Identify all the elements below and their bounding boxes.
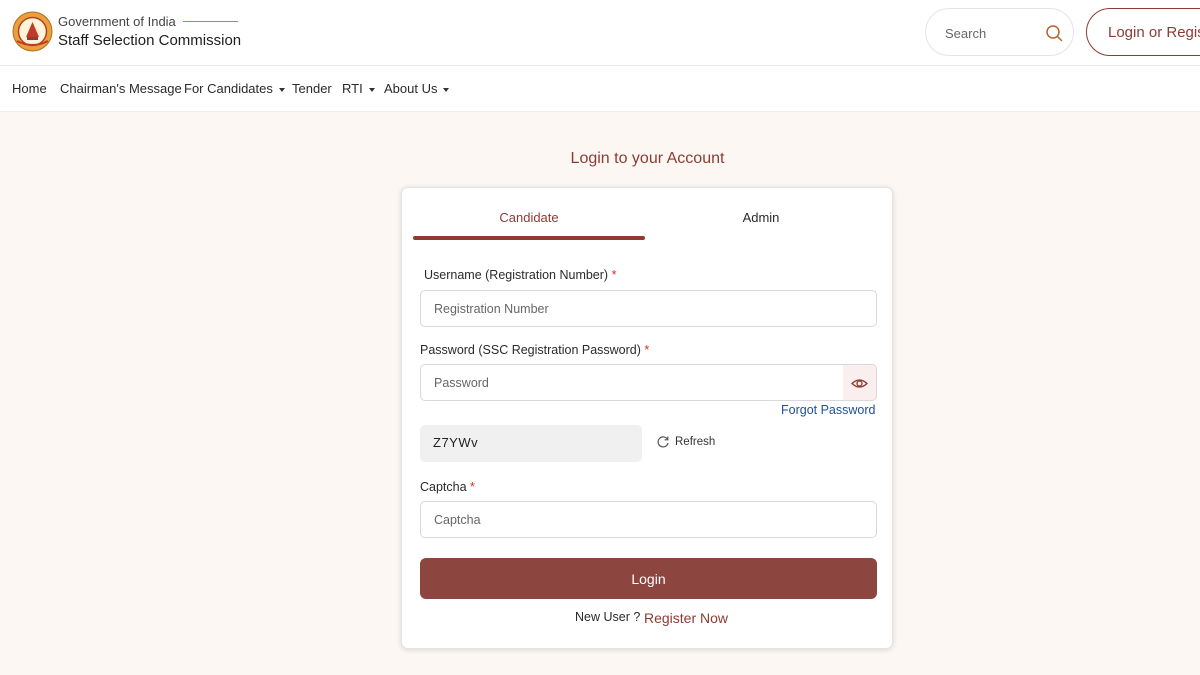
gov-text: Government of India [58,14,176,29]
login-or-register-button[interactable]: Login or Register [1086,8,1200,56]
page-title: Login to your Account [570,150,725,167]
nav-item-label: Tender [292,81,332,96]
ssc-emblem-icon[interactable] [12,11,53,52]
required-marker: * [470,480,475,494]
decorative-rule [182,21,238,22]
password-label: Password (SSC Registration Password) * [420,343,649,357]
password-label-text: Password (SSC Registration Password) [420,343,641,357]
site-header: Government of India Staff Selection Comm… [0,0,1200,66]
nav-item-label: Home [12,81,47,96]
username-input[interactable] [420,290,877,327]
government-of-india-label: Government of India [58,14,238,29]
active-tab-indicator [413,236,645,240]
new-user-text: New User ? [575,610,641,624]
organization-name[interactable]: Staff Selection Commission [58,32,241,49]
nav-item-for-candidates[interactable]: For Candidates [184,81,285,96]
caret-down-icon [368,87,375,92]
search-icon[interactable] [1044,23,1064,43]
login-card: Candidate Admin Username (Registration N… [401,187,893,649]
nav-item-home[interactable]: Home [12,81,47,96]
eye-icon [851,379,868,388]
captcha-image: Z7YWv [420,425,642,462]
toggle-password-visibility-button[interactable] [843,364,877,401]
caret-down-icon [443,87,450,92]
nav-item-tender[interactable]: Tender [292,81,332,96]
nav-item-about-us[interactable]: About Us [384,81,450,96]
search-input[interactable] [945,22,1040,44]
password-input[interactable] [420,364,844,401]
nav-item-rti[interactable]: RTI [342,81,375,96]
main-nav: Home Chairman's Message For Candidates T… [0,66,1200,112]
required-marker: * [611,268,617,282]
captcha-input[interactable] [420,501,877,538]
tab-candidate[interactable]: Candidate [413,210,645,225]
caret-down-icon [278,87,285,92]
captcha-label-text: Captcha [420,480,467,494]
register-now-link[interactable]: Register Now [644,610,728,626]
refresh-icon [657,436,669,448]
nav-item-label: RTI [342,81,363,96]
refresh-label: Refresh [675,436,716,448]
refresh-captcha-button[interactable]: Refresh [656,435,715,449]
username-label-text: Username (Registration Number) [424,268,609,282]
nav-item-label: Chairman's Message [60,81,182,96]
search-box[interactable] [925,8,1074,56]
required-marker: * [644,343,650,357]
captcha-label: Captcha * [420,480,475,494]
login-button[interactable]: Login [420,558,877,599]
forgot-password-link[interactable]: Forgot Password [781,403,875,417]
tab-admin[interactable]: Admin [645,210,877,225]
nav-item-chairmans-message[interactable]: Chairman's Message [60,81,182,96]
nav-item-label: For Candidates [184,81,273,96]
nav-item-label: About Us [384,81,438,96]
username-label: Username (Registration Number) * [424,268,616,282]
